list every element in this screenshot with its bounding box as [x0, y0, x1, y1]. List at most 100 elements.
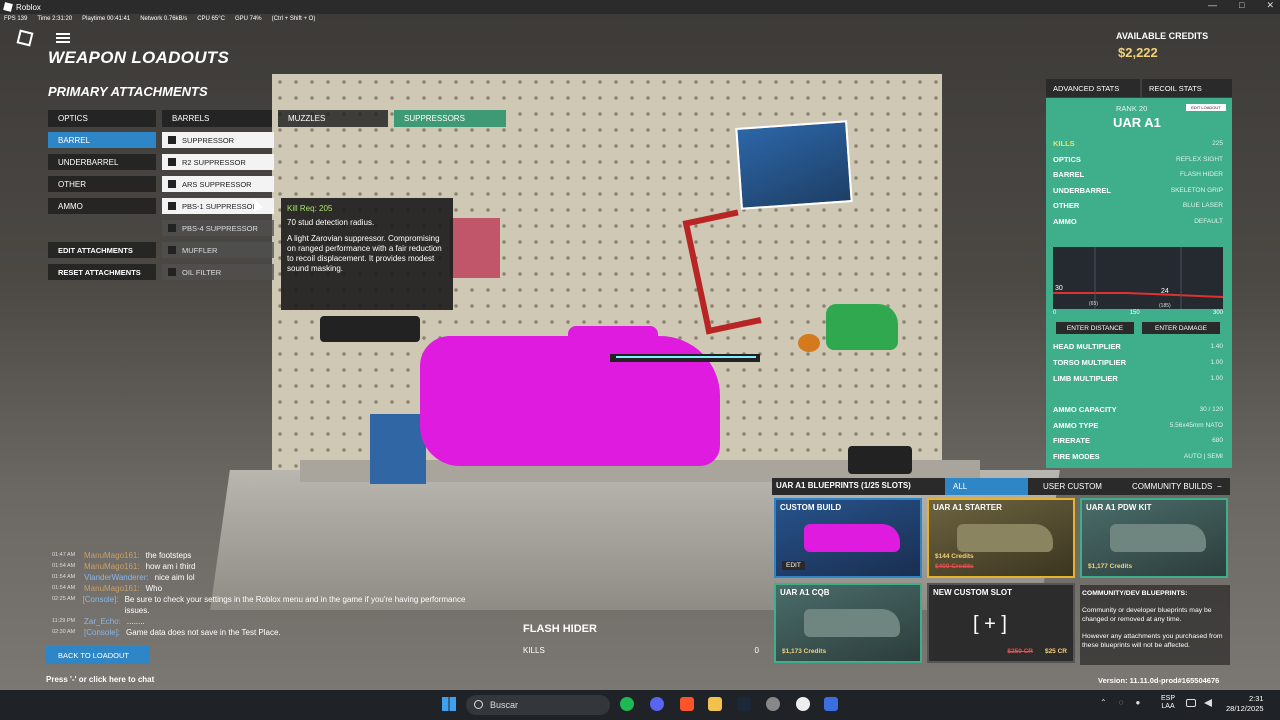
chat-text: how am i third	[145, 562, 196, 571]
minimize-icon[interactable]: —	[1208, 0, 1217, 11]
roblox-taskbar-icon[interactable]	[824, 697, 838, 711]
minimize-blueprints-button[interactable]: −	[1212, 478, 1230, 495]
attachment-muffler[interactable]: MUFFLER	[162, 242, 274, 258]
chat-time: 01:47 AM	[52, 552, 76, 558]
attachment-pbs4-suppressor[interactable]: PBS-4 SUPPRESSOR	[162, 220, 274, 236]
blueprint-card-pdw-kit[interactable]: UAR A1 PDW KIT $1,177 Credits	[1080, 498, 1228, 578]
stat-row-limb-multiplier: LIMB MULTIPLIER 1.00	[1053, 372, 1223, 384]
blueprint-card-custom-build[interactable]: CUSTOM BUILD EDIT	[774, 498, 922, 578]
tab-optics[interactable]: OPTICS	[48, 110, 156, 127]
weapon-thumbnail	[957, 524, 1053, 552]
file-explorer-icon[interactable]	[708, 697, 722, 711]
back-to-loadout-button[interactable]: BACK TO LOADOUT	[46, 646, 150, 664]
page-title: WEAPON LOADOUTS	[48, 48, 230, 67]
tab-recoil-stats[interactable]: RECOIL STATS	[1142, 79, 1232, 97]
weapon-rank: RANK 20	[1116, 104, 1148, 113]
hamburger-menu-icon[interactable]	[56, 33, 70, 43]
spotify-icon[interactable]	[620, 697, 634, 711]
wifi-icon[interactable]: ◌	[1119, 698, 1124, 707]
tab-label: RECOIL STATS	[1149, 83, 1202, 93]
blueprint-card-new-slot[interactable]: NEW CUSTOM SLOT [ + ] $250 CR $25 CR	[927, 583, 1075, 663]
weapon-laser	[616, 356, 756, 358]
stat-value: 1.40	[1210, 342, 1223, 350]
taskbar-search[interactable]: Buscar	[466, 695, 610, 715]
cpu-readout: CPU 65°C	[197, 16, 225, 22]
chat-time: 02:25 AM	[52, 596, 76, 602]
discord-icon[interactable]	[650, 697, 664, 711]
blueprint-tab-community[interactable]: COMMUNITY BUILDS	[1124, 478, 1219, 495]
slot-label: BARREL	[58, 135, 91, 145]
stat-value: 1.00	[1210, 358, 1223, 366]
enter-damage-button[interactable]: ENTER DAMAGE	[1142, 322, 1220, 334]
attachment-label: R2 SUPPRESSOR	[182, 157, 246, 167]
checkbox-icon	[168, 180, 176, 188]
stat-row-other: OTHER BLUE LASER	[1053, 199, 1223, 211]
attachment-suppressor[interactable]: SUPPRESSOR	[162, 132, 274, 148]
blueprint-card-cqb[interactable]: UAR A1 CQB $1,173 Credits	[774, 583, 922, 663]
chrome-icon[interactable]	[796, 697, 810, 711]
stat-row-torso-multiplier: TORSO MULTIPLIER 1.00	[1053, 356, 1223, 368]
close-icon[interactable]: ✕	[1266, 0, 1274, 11]
brave-browser-icon[interactable]	[680, 697, 694, 711]
chat-user: ManuMago161:	[84, 562, 140, 571]
edit-blueprint-button[interactable]: EDIT	[782, 561, 805, 570]
attachment-oil-filter[interactable]: OIL FILTER	[162, 264, 274, 280]
stat-label: FIRERATE	[1053, 435, 1090, 445]
taskbar-clock[interactable]: 2:31 28/12/2025	[1226, 694, 1264, 714]
reset-attachments-button[interactable]: RESET ATTACHMENTS	[48, 264, 156, 280]
language-indicator[interactable]: ESP LAA	[1161, 695, 1175, 711]
slot-barrel[interactable]: BARREL	[48, 132, 156, 148]
tab-advanced-stats[interactable]: ADVANCED STATS	[1046, 79, 1140, 97]
stat-label: AMMO TYPE	[1053, 420, 1099, 430]
tab-barrels[interactable]: BARRELS	[162, 110, 272, 127]
stat-value: 680	[1212, 436, 1223, 444]
green-device	[826, 304, 898, 350]
attachment-r2-suppressor[interactable]: R2 SUPPRESSOR	[162, 154, 274, 170]
enter-distance-button[interactable]: ENTER DISTANCE	[1056, 322, 1134, 334]
chat-input-hint[interactable]: Press '-' or click here to chat	[46, 675, 154, 684]
tab-muzzles[interactable]: MUZZLES	[278, 110, 388, 127]
edit-attachments-button[interactable]: EDIT ATTACHMENTS	[48, 242, 156, 258]
card-price: $1,177 Credits	[1088, 563, 1133, 570]
checkbox-icon	[168, 246, 176, 254]
microphone-icon[interactable]: ●	[1135, 698, 1140, 707]
tab-label: COMMUNITY BUILDS	[1132, 482, 1213, 491]
blueprint-tab-user-custom[interactable]: USER CUSTOM	[1035, 478, 1119, 495]
window-titlebar: Roblox	[0, 0, 1280, 14]
tab-label: MUZZLES	[288, 114, 326, 123]
steam-icon[interactable]	[737, 697, 751, 711]
chat-message: 02:30 AM [Console]: Game data does not sav…	[52, 627, 472, 638]
slot-underbarrel[interactable]: UNDERBARREL	[48, 154, 156, 170]
tab-suppressors[interactable]: SUPPRESSORS	[394, 110, 506, 127]
language-code: ESP	[1161, 695, 1176, 702]
edit-loadout-badge[interactable]: EDIT LOADOUT	[1186, 104, 1226, 111]
blueprint-card-starter[interactable]: UAR A1 STARTER $144 Credits $400 Credits	[927, 498, 1075, 578]
tab-label: ADVANCED STATS	[1053, 83, 1120, 93]
stat-label: HEAD MULTIPLIER	[1053, 341, 1121, 351]
window-controls: — □ ✕	[1208, 0, 1274, 11]
kills-label: KILLS	[523, 646, 545, 655]
attachment-ars-suppressor[interactable]: ARS SUPPRESSOR	[162, 176, 274, 192]
chevron-up-icon[interactable]: ⌃	[1100, 698, 1107, 707]
maximize-icon[interactable]: □	[1239, 0, 1244, 11]
checkbox-icon	[168, 202, 176, 210]
windows-start-icon[interactable]	[442, 697, 456, 711]
slot-ammo[interactable]: AMMO	[48, 198, 156, 214]
stat-row-ammo-type: AMMO TYPE 5.56x45mm NATO	[1053, 419, 1223, 431]
button-label: EDIT ATTACHMENTS	[58, 245, 133, 255]
settings-gear-icon[interactable]	[766, 697, 780, 711]
chat-text: ........	[126, 617, 145, 626]
chat-text: Be sure to check your settings in the Ro…	[124, 595, 466, 615]
chat-message: 01:47 AM ManuMago161: the footsteps	[52, 550, 472, 561]
tooltip-kill-requirement: Kill Req: 205	[287, 204, 333, 213]
stat-value: BLUE LASER	[1182, 201, 1223, 209]
slot-other[interactable]: OTHER	[48, 176, 156, 192]
network-icon[interactable]	[1186, 699, 1196, 707]
card-name: UAR A1 PDW KIT	[1086, 503, 1152, 512]
chat-user: VlanderWanderer:	[84, 573, 149, 582]
stat-value: 225	[1212, 139, 1223, 147]
stat-row-optics: OPTICS REFLEX SIGHT	[1053, 153, 1223, 165]
volume-icon[interactable]	[1204, 699, 1212, 707]
stat-row-fire-modes: FIRE MODES AUTO | SEMI	[1053, 450, 1223, 462]
blueprint-tab-all[interactable]: ALL	[945, 478, 1028, 495]
